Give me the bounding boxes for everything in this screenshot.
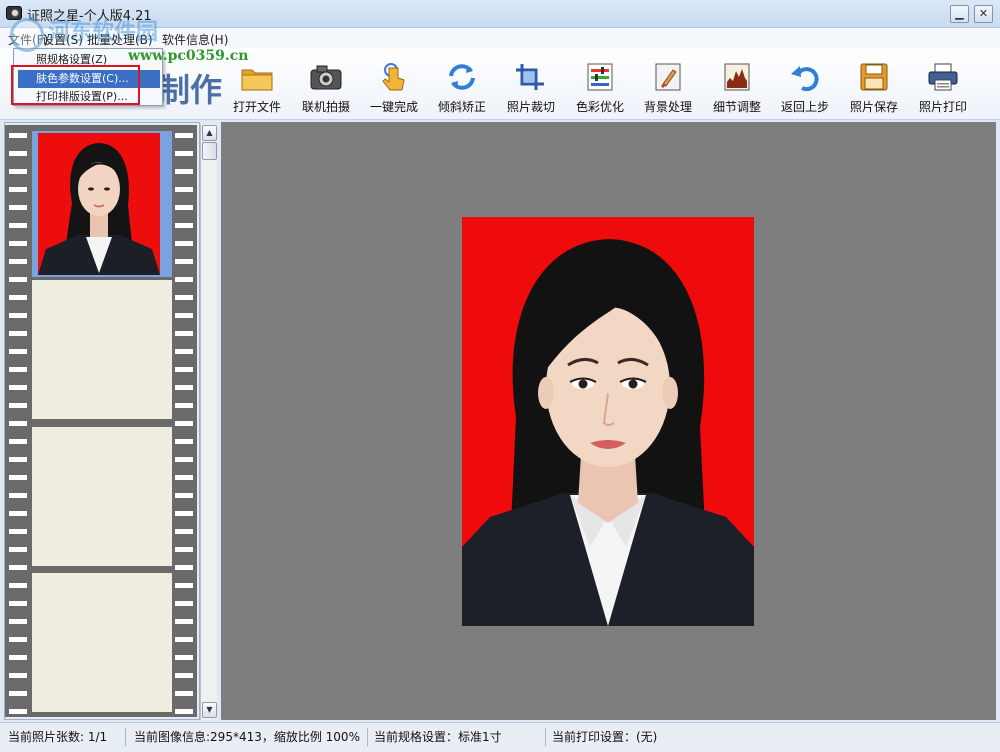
background-process-label: 背景处理 (643, 100, 692, 114)
menu-software-info[interactable]: 软件信息(H) (162, 31, 228, 48)
window-title: 证照之星-个人版4.21 (27, 9, 152, 24)
color-sliders-icon (583, 62, 617, 92)
menu-batch[interactable]: 批量处理(B) (87, 31, 153, 48)
print-photo-label: 照片打印 (918, 100, 967, 114)
print-photo-button[interactable]: 照片打印 (909, 62, 977, 114)
save-photo-button[interactable]: 照片保存 (840, 62, 908, 114)
empty-thumbnail-slot (32, 427, 172, 566)
crop-icon (514, 62, 548, 92)
save-photo-label: 照片保存 (849, 100, 898, 114)
empty-thumbnail-slot (32, 573, 172, 712)
filmstrip (5, 125, 197, 717)
film-perforations-right (175, 125, 193, 717)
annotation-highlight-box (11, 65, 140, 105)
background-brush-icon (651, 62, 685, 92)
menu-settings[interactable]: 设置(S) (42, 31, 83, 48)
tethered-shoot-button[interactable]: 联机拍摄 (292, 62, 360, 114)
undo-icon (788, 62, 822, 92)
detail-adjust-button[interactable]: 细节调整 (703, 62, 771, 114)
detail-adjust-label: 细节调整 (712, 100, 761, 114)
hand-pointer-icon (377, 62, 411, 92)
status-print-setting: 当前打印设置：(无) (552, 730, 658, 744)
scroll-down-arrow-icon[interactable]: ▼ (202, 702, 217, 718)
crop-button[interactable]: 照片裁切 (497, 62, 565, 114)
status-photo-count: 当前照片张数: 1/1 (2, 728, 126, 746)
color-optimize-button[interactable]: 色彩优化 (566, 62, 634, 114)
undo-button[interactable]: 返回上步 (771, 62, 839, 114)
rotate-correct-icon (445, 62, 479, 92)
status-spec-setting: 当前规格设置：标准1寸 (368, 728, 546, 746)
tethered-shoot-label: 联机拍摄 (301, 100, 350, 114)
status-bar: 当前照片张数: 1/1 当前图像信息:295*413，缩放比例 100% 当前规… (0, 722, 1000, 752)
scroll-thumb[interactable] (202, 142, 217, 160)
scroll-up-arrow-icon[interactable]: ▲ (202, 125, 217, 141)
histogram-icon (720, 62, 754, 92)
film-perforations-left (9, 125, 27, 717)
thumbnail-1[interactable] (32, 131, 172, 277)
folder-icon (240, 62, 274, 92)
color-optimize-label: 色彩优化 (575, 100, 624, 114)
printer-icon (926, 62, 960, 92)
camera-icon (309, 62, 343, 92)
background-process-button[interactable]: 背景处理 (634, 62, 702, 114)
thumbnail-image (38, 133, 160, 275)
floppy-save-icon (857, 62, 891, 92)
undo-label: 返回上步 (780, 100, 829, 114)
camera-app-icon (6, 6, 22, 20)
one-click-finish-label: 一键完成 (369, 100, 418, 114)
one-click-finish-button[interactable]: 一键完成 (360, 62, 428, 114)
minimize-button[interactable]: ▁ (950, 5, 969, 23)
open-file-label: 打开文件 (232, 100, 281, 114)
photo-canvas (221, 122, 996, 720)
title-bar: 证照之星-个人版4.21 ▁ ✕ (0, 0, 1000, 28)
open-file-button[interactable]: 打开文件 (223, 62, 291, 114)
thumbnail-scrollbar[interactable]: ▲ ▼ (200, 124, 217, 720)
brand-text: 制作 (158, 71, 223, 109)
id-photo[interactable] (462, 217, 754, 626)
close-button[interactable]: ✕ (974, 5, 993, 23)
tilt-correct-button[interactable]: 倾斜矫正 (428, 62, 496, 114)
tilt-correct-label: 倾斜矫正 (437, 100, 486, 114)
menu-bar: 文件(F) 设置(S) 批量处理(B) 软件信息(H) (0, 28, 1000, 48)
status-image-info: 当前图像信息:295*413，缩放比例 100% (128, 728, 368, 746)
empty-thumbnail-slot (32, 280, 172, 419)
crop-label: 照片裁切 (506, 100, 555, 114)
